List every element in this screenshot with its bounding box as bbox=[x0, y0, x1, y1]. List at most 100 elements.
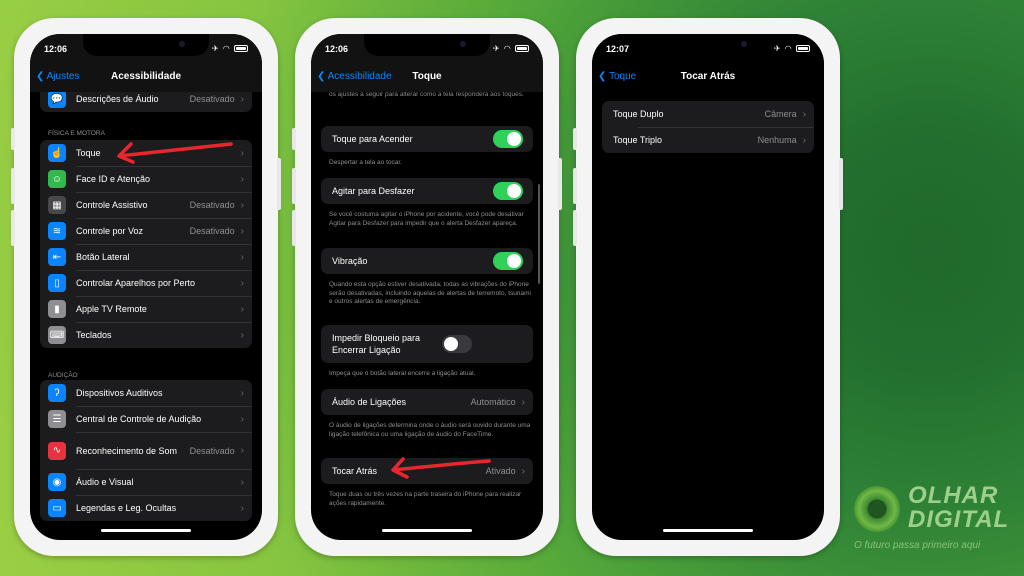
status-icons: ✈ ◠ bbox=[212, 44, 248, 53]
item-label: Controlar Aparelhos por Perto bbox=[76, 278, 196, 288]
red-arrow-annotation bbox=[117, 142, 233, 164]
home-indicator[interactable] bbox=[382, 529, 472, 532]
list-item[interactable]: ☺ Face ID e Atenção › bbox=[40, 166, 252, 192]
list-item[interactable]: Toque para Acender bbox=[321, 126, 533, 152]
side-button-icon: ⇤ bbox=[48, 248, 66, 266]
section-card: ☝ Toque › ☺ Face ID e Atenção › ▦ Controle Assi… bbox=[40, 140, 252, 348]
side-button bbox=[11, 128, 15, 150]
setting-footer: Impeça que o botão lateral encerre a lig… bbox=[329, 370, 476, 377]
brand-name: OLHAR DIGITAL bbox=[908, 482, 1010, 533]
item-value: Automático bbox=[470, 397, 516, 407]
setting-card: Vibração bbox=[321, 248, 533, 274]
status-time: 12:06 bbox=[325, 44, 349, 54]
toggle-switch[interactable] bbox=[442, 335, 472, 353]
side-button bbox=[839, 158, 843, 210]
touch-hand-icon: ☝ bbox=[48, 144, 66, 162]
setting-footer: Quando esta opção estiver desativada, to… bbox=[329, 281, 531, 305]
item-label: Face ID e Atenção bbox=[76, 174, 151, 184]
wifi-icon: ◠ bbox=[222, 44, 234, 53]
side-button bbox=[573, 128, 577, 150]
setting-footer: Se você costuma agitar o iPhone por acid… bbox=[329, 211, 524, 227]
battery-level bbox=[236, 47, 246, 51]
item-label: Vibração bbox=[332, 256, 368, 266]
setting-card: Impedir Bloqueio para Encerrar Ligação bbox=[321, 325, 533, 363]
accessibility-screen: 12:06 ✈ ◠ ❮ Ajustes Acessibilidade 💬 Descriç… bbox=[30, 34, 262, 540]
back-tap-screen: 12:07 ✈ ◠ ❮ Toque Tocar Atrás Toque Duplo Câ… bbox=[592, 34, 824, 540]
item-label: Central de Controle de Audição bbox=[76, 414, 202, 424]
setting-footer: O áudio de ligações determina onde o áud… bbox=[329, 422, 531, 438]
list-item[interactable]: ▭ Legendas e Leg. Ocultas › bbox=[40, 495, 252, 521]
red-arrow-annotation bbox=[391, 457, 491, 479]
side-button bbox=[277, 158, 281, 210]
olhar-digital-logo: OLHAR DIGITAL O futuro passa primeiro aqu… bbox=[850, 482, 1020, 562]
side-button bbox=[292, 210, 296, 246]
chevron-right-icon: › bbox=[240, 93, 244, 105]
battery-icon bbox=[796, 45, 810, 53]
item-label: Descrições de Áudio bbox=[76, 94, 159, 104]
page-title: Tocar Atrás bbox=[680, 71, 736, 82]
item-value: Câmera bbox=[764, 109, 797, 119]
chevron-right-icon: › bbox=[240, 502, 244, 514]
item-label: Áudio de Ligações bbox=[332, 397, 407, 407]
list-item[interactable]: ≋ Controle por Voz Desativado › bbox=[40, 218, 252, 244]
brand-tagline: O futuro passa primeiro aqui bbox=[854, 540, 981, 551]
status-icons: ✈ ◠ bbox=[774, 44, 810, 53]
battery-level bbox=[517, 47, 527, 51]
nearby-devices-icon: ▯ bbox=[48, 274, 66, 292]
notch bbox=[83, 34, 209, 56]
list-item[interactable]: ∿ Reconhecimento de Som Desativado › bbox=[40, 432, 252, 469]
item-label: Botão Lateral bbox=[76, 252, 130, 262]
status-time: 12:06 bbox=[44, 44, 68, 54]
side-button bbox=[11, 210, 15, 246]
toggle-switch[interactable] bbox=[493, 252, 523, 270]
list-item[interactable]: Áudio de Ligações Automático › bbox=[321, 389, 533, 415]
toggle-switch[interactable] bbox=[493, 130, 523, 148]
item-label: Teclados bbox=[76, 330, 112, 340]
airplane-icon: ✈ bbox=[492, 44, 504, 53]
captions-icon: ▭ bbox=[48, 499, 66, 517]
wifi-icon: ◠ bbox=[503, 44, 515, 53]
list-item[interactable]: ▦ Controle Assistivo Desativado › bbox=[40, 192, 252, 218]
list-item[interactable]: ☰ Central de Controle de Audição › bbox=[40, 406, 252, 432]
setting-card: Áudio de Ligações Automático › bbox=[321, 389, 533, 415]
list-item[interactable]: ⌨ Teclados › bbox=[40, 322, 252, 348]
list-item[interactable]: ▮ Apple TV Remote › bbox=[40, 296, 252, 322]
list-item[interactable]: Agitar para Desfazer bbox=[321, 178, 533, 204]
chevron-right-icon: › bbox=[240, 476, 244, 488]
list-item[interactable]: ◉ Áudio e Visual › bbox=[40, 469, 252, 495]
list-item[interactable]: Impedir Bloqueio para Encerrar Ligação bbox=[321, 325, 533, 363]
face-id-icon: ☺ bbox=[48, 170, 66, 188]
sound-recognition-icon: ∿ bbox=[48, 441, 66, 460]
home-indicator[interactable] bbox=[101, 529, 191, 532]
home-indicator[interactable] bbox=[663, 529, 753, 532]
list-item[interactable]: ▯ Controlar Aparelhos por Perto › bbox=[40, 270, 252, 296]
control-center-icon: ☰ bbox=[48, 410, 66, 428]
ear-icon: ʔ bbox=[48, 384, 66, 402]
list-item[interactable]: Toque Triplo Nenhuma › bbox=[602, 127, 814, 153]
item-label: Controle por Voz bbox=[76, 226, 144, 236]
chevron-right-icon: › bbox=[802, 134, 806, 146]
chevron-right-icon: › bbox=[240, 251, 244, 263]
side-button bbox=[573, 210, 577, 246]
chevron-right-icon: › bbox=[240, 147, 244, 159]
page-title: Acessibilidade bbox=[110, 71, 182, 82]
list-item[interactable]: Vibração bbox=[321, 248, 533, 274]
list-item[interactable]: ʔ Dispositivos Auditivos › bbox=[40, 380, 252, 406]
toggle-switch[interactable] bbox=[493, 182, 523, 200]
chevron-right-icon: › bbox=[240, 387, 244, 399]
item-label: Toque Triplo bbox=[613, 135, 663, 145]
item-value: Nenhuma bbox=[757, 135, 797, 145]
camera bbox=[460, 41, 466, 47]
item-value: Desativado bbox=[189, 445, 235, 456]
scrollbar[interactable] bbox=[538, 184, 540, 284]
list-item[interactable]: ⇤ Botão Lateral › bbox=[40, 244, 252, 270]
item-label: Reconhecimento de Som bbox=[76, 445, 178, 456]
item-label: Apple TV Remote bbox=[76, 304, 147, 314]
item-label: Controle Assistivo bbox=[76, 200, 148, 210]
item-label: Dispositivos Auditivos bbox=[76, 388, 163, 398]
voice-control-icon: ≋ bbox=[48, 222, 66, 240]
chevron-right-icon: › bbox=[240, 329, 244, 341]
list-item[interactable]: Toque Duplo Câmera › bbox=[602, 101, 814, 127]
tv-remote-icon: ▮ bbox=[48, 300, 66, 318]
keyboard-icon: ⌨ bbox=[48, 326, 66, 344]
